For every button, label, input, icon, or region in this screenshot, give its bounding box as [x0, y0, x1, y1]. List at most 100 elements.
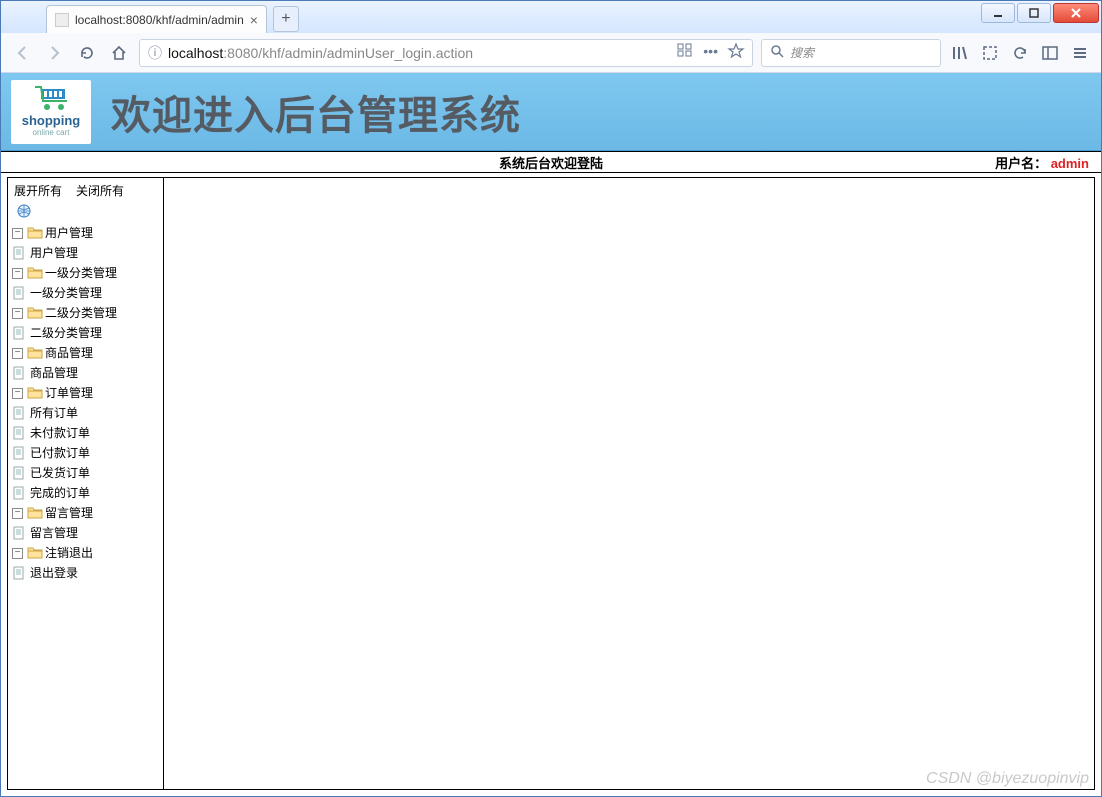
url-host-name: localhost — [168, 45, 223, 61]
window-controls — [981, 1, 1101, 23]
tree-folder-label: 用户管理 — [45, 223, 93, 243]
reload-icon — [79, 45, 95, 61]
tree-folder-label: 一级分类管理 — [45, 263, 117, 283]
collapse-toggle-icon[interactable]: − — [12, 308, 23, 319]
expand-all-link[interactable]: 展开所有 — [14, 182, 62, 199]
close-icon[interactable]: × — [250, 12, 258, 28]
window-close-button[interactable] — [1053, 3, 1099, 23]
screenshot-button[interactable] — [979, 42, 1001, 64]
main-border: 展开所有 关闭所有 −用户管理用户管理−一级分类管理一级分类管理−二级分类管理二… — [7, 177, 1095, 790]
collapse-toggle-icon[interactable]: − — [12, 388, 23, 399]
url-bar[interactable]: ⓘ localhost:8080/khf/admin/adminUser_log… — [139, 39, 753, 67]
screenshot-icon — [982, 45, 998, 61]
home-icon — [110, 44, 128, 62]
bookmark-icon[interactable] — [728, 43, 744, 62]
tree-folder[interactable]: − 一级分类管理 — [12, 263, 159, 283]
tree-item[interactable]: 未付款订单 — [12, 423, 159, 443]
plus-icon: + — [281, 10, 290, 28]
main-split: 展开所有 关闭所有 −用户管理用户管理−一级分类管理一级分类管理−二级分类管理二… — [1, 173, 1101, 796]
browser-window: localhost:8080/khf/admin/admin × + — [0, 0, 1102, 797]
new-tab-button[interactable]: + — [273, 6, 299, 32]
undo-icon — [1012, 45, 1028, 61]
logo-sub: online cart — [33, 128, 70, 137]
tree-item-label: 已发货订单 — [30, 463, 90, 483]
menu-button[interactable] — [1069, 42, 1091, 64]
folder-icon — [27, 226, 43, 240]
tree-folder[interactable]: − 订单管理 — [12, 383, 159, 403]
tree-item[interactable]: 完成的订单 — [12, 483, 159, 503]
tree-item[interactable]: 所有订单 — [12, 403, 159, 423]
minimize-icon — [992, 7, 1004, 19]
collapse-all-link[interactable]: 关闭所有 — [76, 182, 124, 199]
collapse-toggle-icon[interactable]: − — [12, 268, 23, 279]
maximize-button[interactable] — [1017, 3, 1051, 23]
file-icon — [12, 406, 28, 420]
tree-folder-label: 订单管理 — [45, 383, 93, 403]
tree-item-label: 二级分类管理 — [30, 323, 102, 343]
tree-item[interactable]: 二级分类管理 — [12, 323, 159, 343]
file-icon — [12, 566, 28, 580]
file-icon — [12, 446, 28, 460]
collapse-toggle-icon[interactable]: − — [12, 548, 23, 559]
tree-item-label: 用户管理 — [30, 243, 78, 263]
nav-tree: −用户管理用户管理−一级分类管理一级分类管理−二级分类管理二级分类管理−商品管理… — [8, 201, 163, 585]
back-button[interactable] — [11, 41, 35, 65]
search-icon — [770, 44, 784, 61]
close-icon — [1069, 7, 1083, 19]
sidebar: 展开所有 关闭所有 −用户管理用户管理−一级分类管理一级分类管理−二级分类管理二… — [8, 178, 164, 789]
more-icon[interactable]: ••• — [703, 43, 718, 62]
tree-folder-label: 留言管理 — [45, 503, 93, 523]
browser-tab-active[interactable]: localhost:8080/khf/admin/admin × — [46, 5, 267, 33]
minimize-button[interactable] — [981, 3, 1015, 23]
collapse-toggle-icon[interactable]: − — [12, 508, 23, 519]
tree-folder[interactable]: − 注销退出 — [12, 543, 159, 563]
arrow-right-icon — [46, 44, 64, 62]
file-icon — [12, 526, 28, 540]
sidebar-button[interactable] — [1039, 42, 1061, 64]
tree-folder[interactable]: − 用户管理 — [12, 223, 159, 243]
tree-item[interactable]: 退出登录 — [12, 563, 159, 583]
hamburger-icon — [1072, 46, 1088, 60]
page-content: shopping online cart 欢迎进入后台管理系统 系统后台欢迎登陆… — [1, 73, 1101, 796]
tree-item[interactable]: 用户管理 — [12, 243, 159, 263]
file-icon — [12, 426, 28, 440]
banner: shopping online cart 欢迎进入后台管理系统 — [1, 73, 1101, 151]
site-info-icon[interactable]: ⓘ — [148, 43, 162, 63]
tree-item[interactable]: 商品管理 — [12, 363, 159, 383]
tree-item-label: 留言管理 — [30, 523, 78, 543]
file-icon — [12, 486, 28, 500]
tree-item[interactable]: 已付款订单 — [12, 443, 159, 463]
tree-folder[interactable]: − 留言管理 — [12, 503, 159, 523]
tree-item-label: 退出登录 — [30, 563, 78, 583]
search-bar[interactable]: 搜索 — [761, 39, 941, 67]
sidebar-controls: 展开所有 关闭所有 — [8, 178, 163, 201]
collapse-toggle-icon[interactable]: − — [12, 228, 23, 239]
username: admin — [1051, 156, 1089, 171]
tree-folder[interactable]: −二级分类管理 — [12, 303, 159, 323]
tree-item[interactable]: 留言管理 — [12, 523, 159, 543]
tree-item[interactable]: 已发货订单 — [12, 463, 159, 483]
history-back-button[interactable] — [1009, 42, 1031, 64]
toolbar: ⓘ localhost:8080/khf/admin/adminUser_log… — [1, 33, 1101, 73]
maximize-icon — [1028, 7, 1040, 19]
file-icon — [12, 286, 28, 300]
home-button[interactable] — [107, 41, 131, 65]
reader-icon[interactable] — [677, 43, 693, 62]
arrow-left-icon — [14, 44, 32, 62]
tree-folder-label: 商品管理 — [45, 343, 93, 363]
forward-button[interactable] — [43, 41, 67, 65]
tree-folder-label: 注销退出 — [45, 543, 93, 563]
search-placeholder: 搜索 — [790, 44, 814, 61]
library-button[interactable] — [949, 42, 971, 64]
tree-folder[interactable]: − 商品管理 — [12, 343, 159, 363]
folder-icon — [27, 386, 43, 400]
tree-item[interactable]: 一级分类管理 — [12, 283, 159, 303]
tree-item-label: 未付款订单 — [30, 423, 90, 443]
globe-icon — [16, 203, 32, 217]
collapse-toggle-icon[interactable]: − — [12, 348, 23, 359]
folder-icon — [27, 266, 43, 280]
tree-item-label: 一级分类管理 — [30, 283, 102, 303]
page-title: 欢迎进入后台管理系统 — [111, 83, 521, 141]
reload-button[interactable] — [75, 41, 99, 65]
titlebar: localhost:8080/khf/admin/admin × + — [1, 1, 1101, 33]
